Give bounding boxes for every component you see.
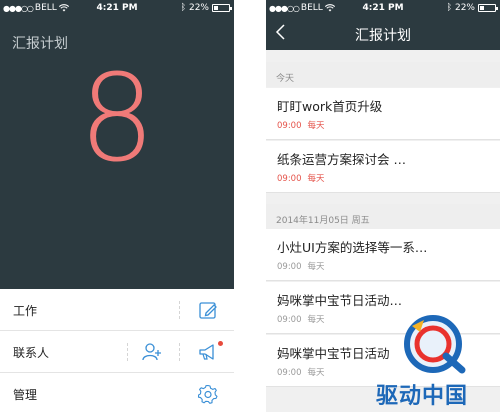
status-bar: ●●●○○ BELL 4:21 PM ᛒ 22% xyxy=(266,0,500,16)
item-meta: 09:00 每天 xyxy=(277,172,325,184)
item-meta: 09:00 每天 xyxy=(277,119,325,131)
item-time: 09:00 xyxy=(277,368,302,378)
divider xyxy=(127,343,128,361)
summary-panel: ●●●○○ BELL 4:21 PM ᛒ 22% 汇报计划 8 xyxy=(0,0,234,289)
report-count: 8 xyxy=(78,50,156,189)
item-repeat: 每天 xyxy=(307,174,325,184)
item-repeat: 每天 xyxy=(307,262,325,272)
notification-dot xyxy=(218,341,223,346)
list-item[interactable]: 小灶UI方案的选择等一系… 09:00 每天 xyxy=(266,229,500,281)
status-bar: ●●●○○ BELL 4:21 PM ᛒ 22% xyxy=(0,0,234,16)
bluetooth-icon: ᛒ xyxy=(180,3,186,13)
item-time: 09:00 xyxy=(277,315,302,325)
item-repeat: 每天 xyxy=(307,315,325,325)
item-repeat: 每天 xyxy=(307,121,325,131)
item-repeat: 每天 xyxy=(307,368,325,378)
battery-percent: 22% xyxy=(454,3,475,13)
item-title: 盯盯work首页升级 xyxy=(277,99,383,114)
item-meta: 09:00 每天 xyxy=(277,313,325,325)
item-title: 小灶UI方案的选择等一系… xyxy=(277,240,428,255)
item-title: 纸条运营方案探讨会 … xyxy=(277,152,406,167)
battery-icon xyxy=(478,4,498,12)
edit-icon[interactable] xyxy=(197,299,219,321)
menu-row-work[interactable]: 工作 xyxy=(0,289,234,331)
menu-row-contacts[interactable]: 联系人 xyxy=(0,331,234,373)
divider xyxy=(179,343,180,361)
nav-title: 汇报计划 xyxy=(355,28,411,44)
menu-row-manage[interactable]: 管理 xyxy=(0,373,234,412)
menu-label-manage: 管理 xyxy=(13,388,38,402)
item-meta: 09:00 每天 xyxy=(277,260,325,272)
battery-icon xyxy=(212,4,232,12)
page-title: 汇报计划 xyxy=(12,36,68,52)
item-title: 妈咪掌中宝节日活动… xyxy=(277,293,403,308)
section-header-date: 2014年11月05日 周五 xyxy=(266,204,500,229)
gear-icon[interactable] xyxy=(197,383,219,405)
bluetooth-icon: ᛒ xyxy=(446,3,452,13)
menu-label-work: 工作 xyxy=(13,304,38,318)
watermark-text: 驱动中国 xyxy=(376,384,469,409)
battery-percent: 22% xyxy=(188,3,209,13)
left-screen: ●●●○○ BELL 4:21 PM ᛒ 22% 汇报计划 8 工作 联系人 管… xyxy=(0,0,234,412)
item-meta: 09:00 每天 xyxy=(277,366,325,378)
item-time: 09:00 xyxy=(277,174,302,184)
add-contact-icon[interactable] xyxy=(141,341,163,363)
item-time: 09:00 xyxy=(277,262,302,272)
list-item[interactable]: 盯盯work首页升级 09:00 每天 xyxy=(266,88,500,140)
nav-bar: ●●●○○ BELL 4:21 PM ᛒ 22% 汇报计划 xyxy=(266,0,500,50)
divider xyxy=(179,301,180,319)
item-time: 09:00 xyxy=(277,121,302,131)
megaphone-icon[interactable] xyxy=(197,341,219,363)
list-item[interactable]: 纸条运营方案探讨会 … 09:00 每天 xyxy=(266,141,500,193)
menu-label-contacts: 联系人 xyxy=(13,346,50,360)
section-header-today: 今天 xyxy=(266,62,500,87)
